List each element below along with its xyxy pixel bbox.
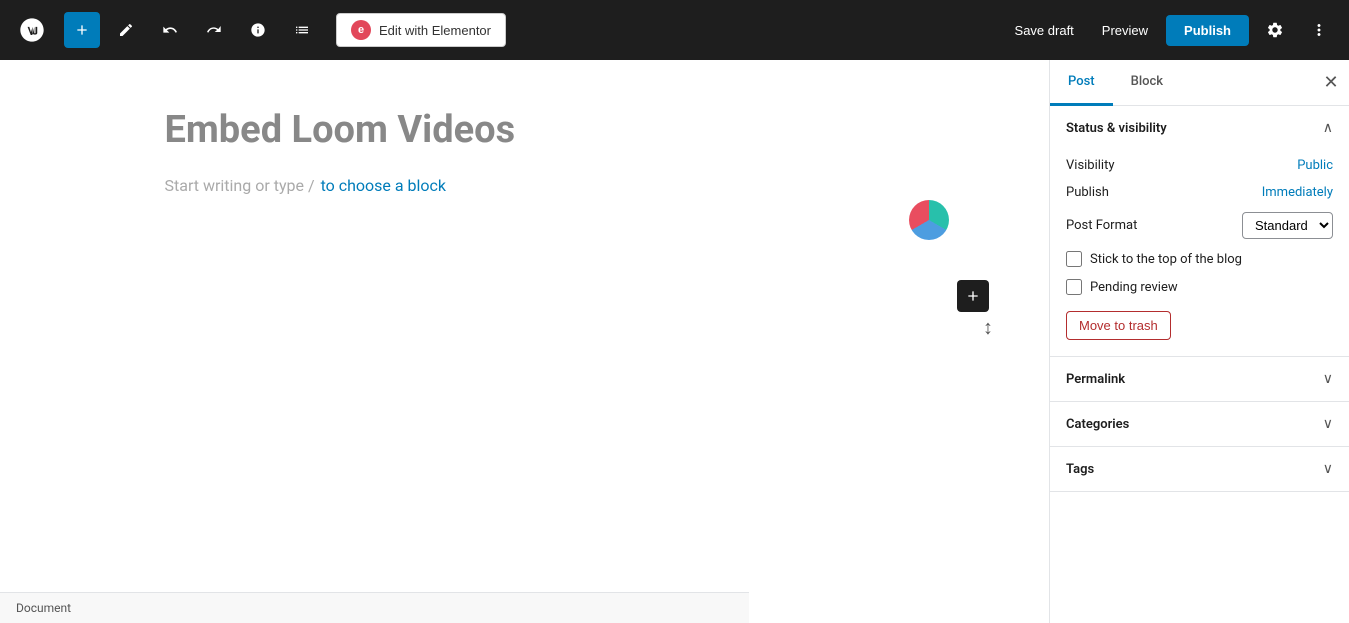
permalink-chevron: ∨ (1323, 371, 1333, 387)
loom-circle (909, 200, 949, 240)
pending-review-checkbox[interactable] (1066, 279, 1082, 295)
redo-button[interactable] (196, 12, 232, 48)
post-format-select[interactable]: Standard Aside Gallery Link Image Quote … (1242, 212, 1333, 239)
pending-review-label[interactable]: Pending review (1090, 280, 1178, 295)
editor-content: Embed Loom Videos Start writing or type … (105, 60, 945, 243)
choose-block-link[interactable]: to choose a block (321, 176, 446, 195)
publish-label: Publish (1066, 185, 1109, 200)
add-block-floating-button[interactable] (957, 280, 989, 312)
toolbar-right: Save draft Preview Publish (1005, 12, 1337, 48)
categories-title: Categories (1066, 417, 1129, 432)
categories-chevron: ∨ (1323, 416, 1333, 432)
info-button[interactable] (240, 12, 276, 48)
list-view-button[interactable] (284, 12, 320, 48)
editor-placeholder: Start writing or type / to choose a bloc… (165, 176, 885, 195)
categories-header[interactable]: Categories ∨ (1050, 402, 1349, 446)
elementor-icon: e (351, 20, 371, 40)
permalink-header[interactable]: Permalink ∨ (1050, 357, 1349, 401)
document-label: Document (16, 601, 71, 615)
editor-area: Embed Loom Videos Start writing or type … (0, 60, 1049, 623)
publish-value[interactable]: Immediately (1262, 185, 1333, 200)
wp-logo (12, 10, 52, 50)
post-format-label: Post Format (1066, 218, 1137, 233)
settings-button[interactable] (1257, 12, 1293, 48)
edit-with-elementor-button[interactable]: e Edit with Elementor (336, 13, 506, 47)
tags-section: Tags ∨ (1050, 447, 1349, 492)
preview-button[interactable]: Preview (1092, 17, 1158, 44)
status-visibility-title: Status & visibility (1066, 121, 1167, 136)
status-visibility-header[interactable]: Status & visibility ∧ (1050, 106, 1349, 150)
status-visibility-section: Status & visibility ∧ Visibility Public … (1050, 106, 1349, 357)
tab-post[interactable]: Post (1050, 60, 1113, 106)
main-layout: Embed Loom Videos Start writing or type … (0, 60, 1349, 623)
tags-title: Tags (1066, 462, 1094, 477)
add-block-toolbar-button[interactable] (64, 12, 100, 48)
categories-section: Categories ∨ (1050, 402, 1349, 447)
more-options-button[interactable] (1301, 12, 1337, 48)
move-to-trash-button[interactable]: Move to trash (1066, 311, 1171, 340)
toolbar: e Edit with Elementor Save draft Preview… (0, 0, 1349, 60)
tab-block[interactable]: Block (1113, 60, 1181, 106)
permalink-section: Permalink ∨ (1050, 357, 1349, 402)
pending-review-row: Pending review (1066, 279, 1333, 295)
cursor-indicator: ↕ (983, 315, 993, 340)
stick-to-top-row: Stick to the top of the blog (1066, 251, 1333, 267)
visibility-row: Visibility Public (1066, 158, 1333, 173)
tags-chevron: ∨ (1323, 461, 1333, 477)
elementor-button-label: Edit with Elementor (379, 23, 491, 38)
placeholder-text: Start writing or type / (165, 176, 315, 195)
permalink-title: Permalink (1066, 372, 1125, 387)
save-draft-button[interactable]: Save draft (1005, 17, 1084, 44)
visibility-label: Visibility (1066, 158, 1115, 173)
post-format-row: Post Format Standard Aside Gallery Link … (1066, 212, 1333, 239)
visibility-value[interactable]: Public (1297, 158, 1333, 173)
status-visibility-chevron: ∧ (1323, 120, 1333, 136)
sidebar: Post Block ✕ Status & visibility ∧ Visib… (1049, 60, 1349, 623)
publish-button[interactable]: Publish (1166, 15, 1249, 46)
undo-button[interactable] (152, 12, 188, 48)
tags-header[interactable]: Tags ∨ (1050, 447, 1349, 491)
loom-icon (909, 200, 949, 240)
stick-to-top-label[interactable]: Stick to the top of the blog (1090, 252, 1242, 267)
stick-to-top-checkbox[interactable] (1066, 251, 1082, 267)
status-visibility-content: Visibility Public Publish Immediately Po… (1050, 150, 1349, 356)
status-bar: Document (0, 592, 749, 623)
post-title[interactable]: Embed Loom Videos (165, 108, 885, 152)
publish-row: Publish Immediately (1066, 185, 1333, 200)
sidebar-tabs: Post Block ✕ (1050, 60, 1349, 106)
edit-icon-button[interactable] (108, 12, 144, 48)
sidebar-close-button[interactable]: ✕ (1313, 65, 1349, 101)
